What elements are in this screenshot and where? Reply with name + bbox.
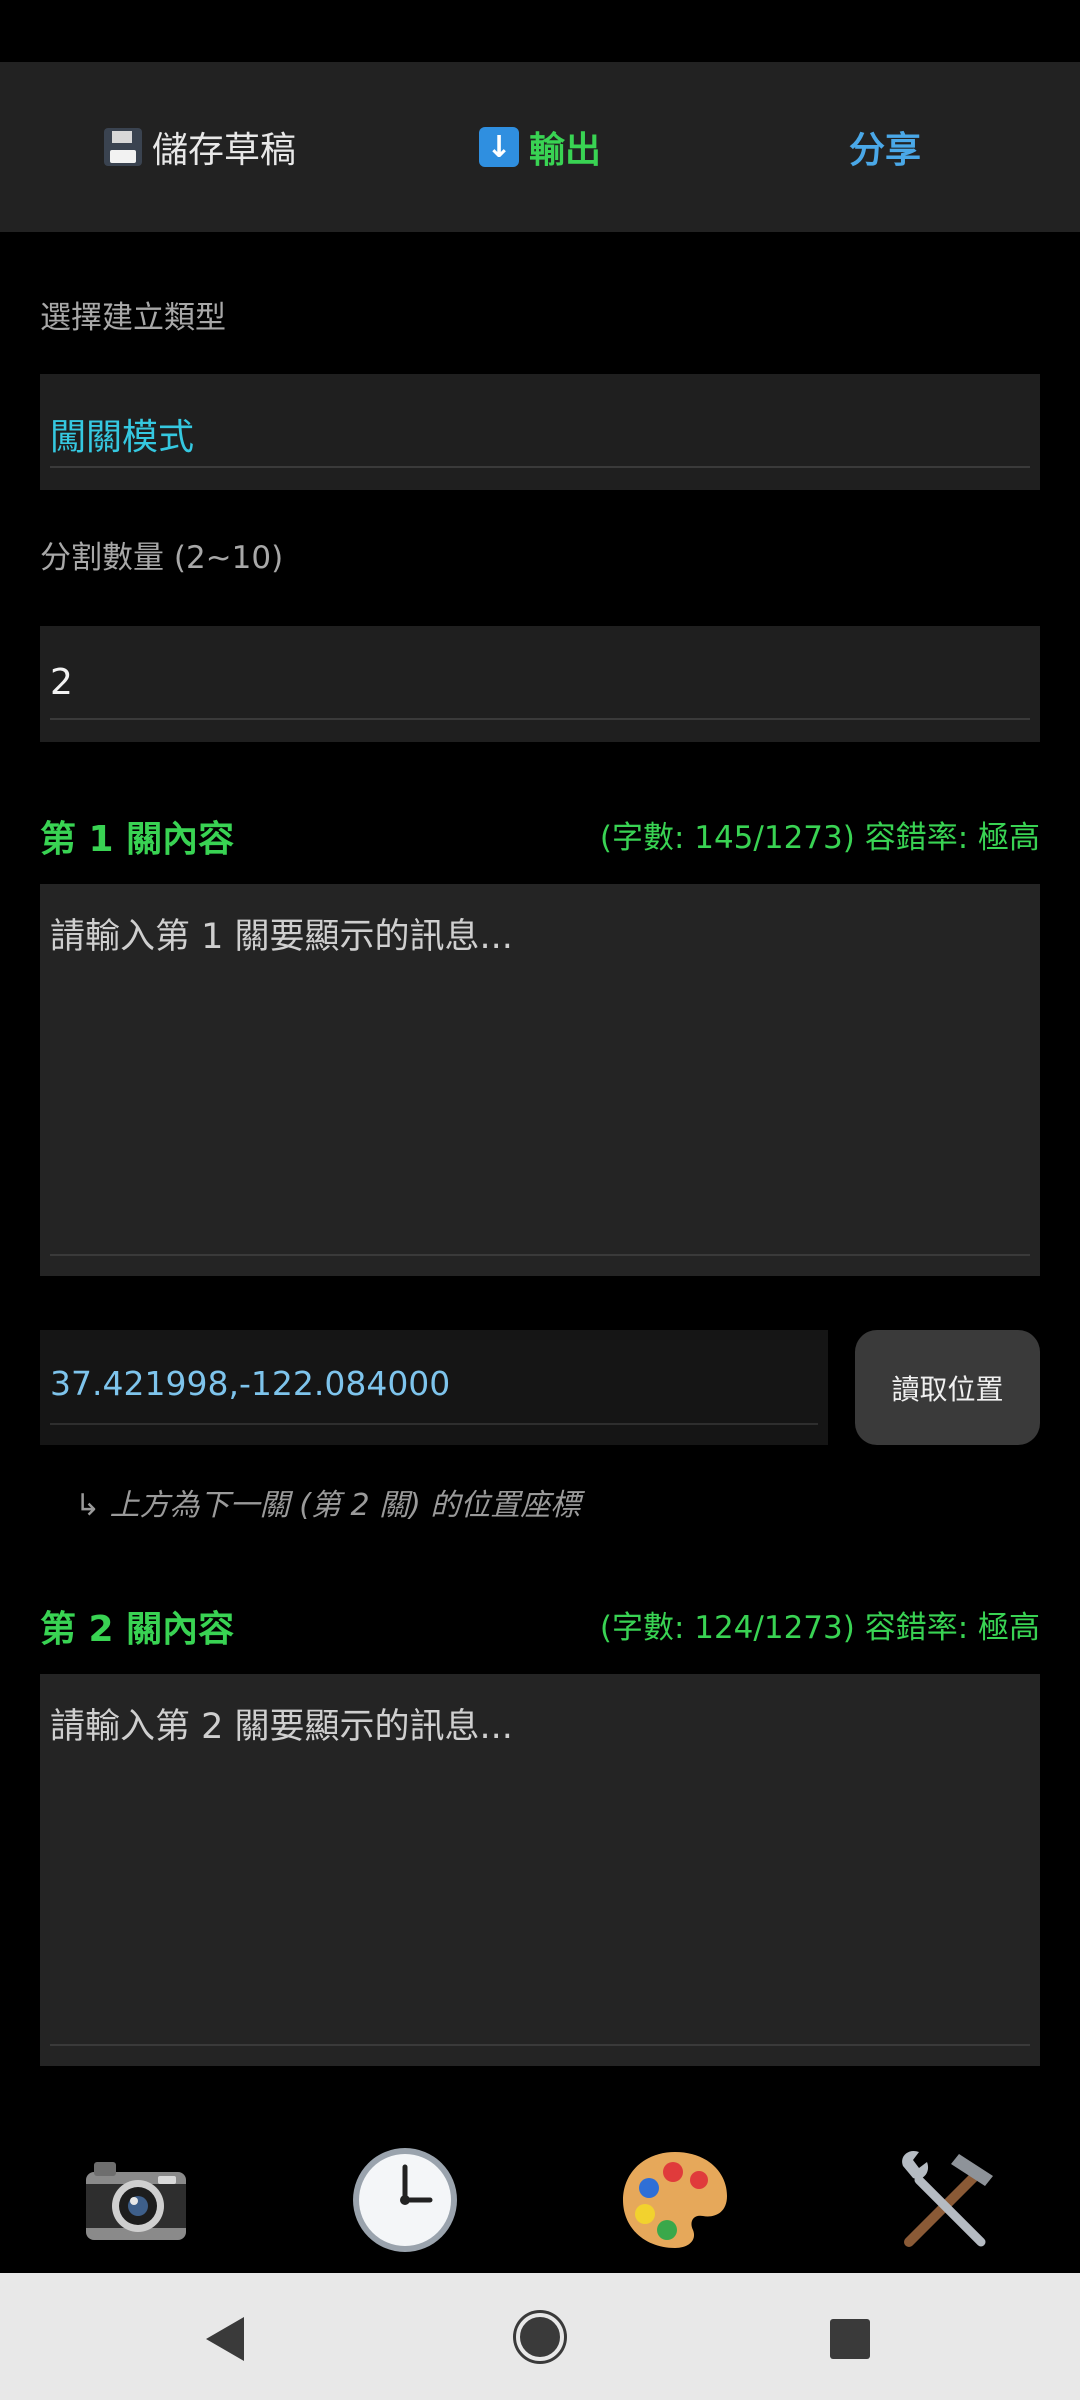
export-button[interactable]: ↓ 輸出 <box>460 62 620 232</box>
level-1-textarea[interactable]: 請輸入第 1 關要顯示的訊息... <box>40 884 1040 1276</box>
save-draft-label: 儲存草稿 <box>151 130 296 171</box>
share-button[interactable]: 分享 <box>820 62 950 232</box>
system-nav-bar <box>0 2273 1080 2400</box>
top-toolbar: 儲存草稿 ↓ 輸出 分享 <box>0 62 1080 232</box>
read-location-button[interactable]: 讀取位置 <box>855 1330 1040 1445</box>
recent-apps-icon[interactable] <box>830 2319 870 2359</box>
type-label: 選擇建立類型 <box>40 300 226 336</box>
save-draft-button[interactable]: 儲存草稿 <box>80 62 320 232</box>
clock-icon <box>353 2148 457 2252</box>
back-icon[interactable] <box>206 2317 244 2361</box>
export-label: 輸出 <box>528 130 601 171</box>
level-2-textarea[interactable]: 請輸入第 2 關要顯示的訊息... <box>40 1674 1040 2066</box>
share-label: 分享 <box>848 130 921 171</box>
theme-nav-button[interactable] <box>615 2145 735 2255</box>
level-1-placeholder: 請輸入第 1 關要顯示的訊息... <box>50 917 513 957</box>
location-underline <box>50 1423 818 1425</box>
camera-nav-button[interactable] <box>76 2145 196 2255</box>
palette-icon <box>623 2152 727 2248</box>
history-nav-button[interactable] <box>345 2145 465 2255</box>
level-1-underline <box>50 1254 1030 1256</box>
bottom-nav <box>0 2125 1080 2273</box>
level-2-underline <box>50 2044 1030 2046</box>
camera-icon <box>86 2162 186 2240</box>
home-icon[interactable] <box>516 2313 564 2361</box>
type-select[interactable]: 闖關模式 <box>40 374 1040 490</box>
level-1-title: 第 1 關內容 <box>40 819 235 860</box>
settings-nav-button[interactable] <box>885 2145 1005 2255</box>
download-arrow-icon: ↓ <box>478 127 519 167</box>
level-2-title: 第 2 關內容 <box>40 1609 235 1650</box>
count-input[interactable]: 2 <box>40 626 1040 742</box>
floppy-disk-icon <box>103 128 142 166</box>
level-1-meta: (字數: 145/1273) 容錯率: 極高 <box>599 820 1040 856</box>
type-value: 闖關模式 <box>50 417 195 458</box>
level-2-placeholder: 請輸入第 2 關要顯示的訊息... <box>50 1707 513 1747</box>
type-underline <box>50 466 1030 468</box>
location-input[interactable]: 37.421998,-122.084000 <box>40 1330 828 1445</box>
location-value: 37.421998,-122.084000 <box>50 1364 451 1403</box>
location-hint: ↳ 上方為下一關 (第 2 關) 的位置座標 <box>75 1488 581 1523</box>
status-bar <box>0 0 1080 62</box>
level-2-meta: (字數: 124/1273) 容錯率: 極高 <box>599 1610 1040 1646</box>
tools-icon <box>902 2150 993 2247</box>
count-value: 2 <box>50 662 73 703</box>
count-underline <box>50 718 1030 720</box>
count-label: 分割數量 (2~10) <box>40 540 284 576</box>
